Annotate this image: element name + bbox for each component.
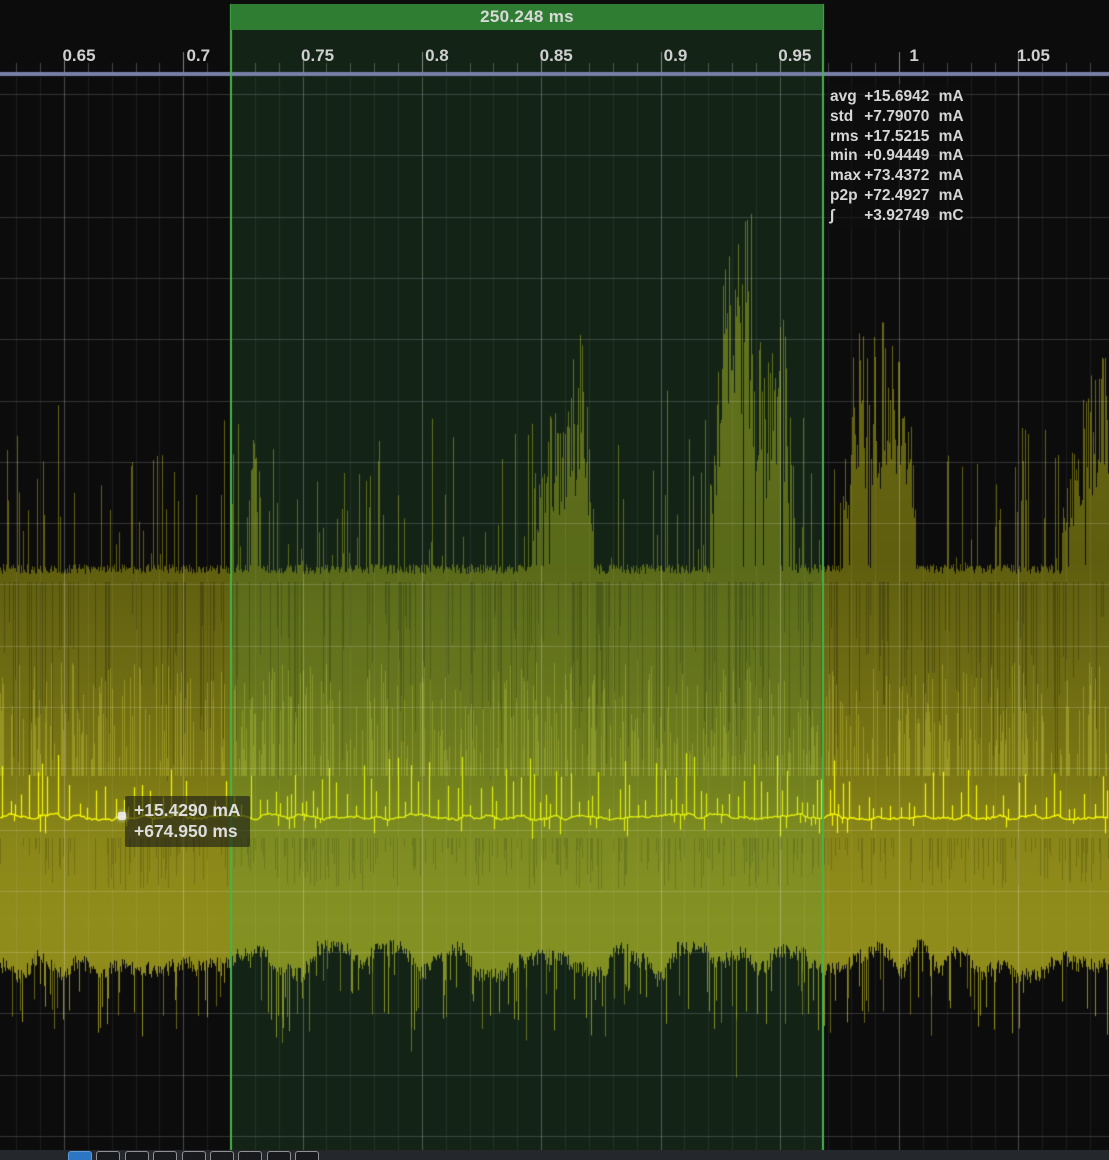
x-axis-tick-label: 1: [909, 46, 919, 65]
cursor-current-value: +15.4290 mA: [134, 800, 241, 820]
stat-row: std +7.79070 mA: [830, 107, 966, 127]
stat-row: p2p +72.4927 mA: [830, 186, 966, 206]
bottom-slot-2[interactable]: [124, 1151, 149, 1160]
stat-value: +7.79070: [864, 107, 930, 125]
x-axis-tick-label: 0.7: [186, 46, 211, 65]
stat-unit: mA: [938, 127, 964, 145]
cursor-time-value: +674.950 ms: [134, 821, 238, 841]
stat-label: avg: [830, 88, 857, 105]
selection-duration-bar[interactable]: 250.248 ms: [231, 4, 823, 30]
stat-unit: mC: [938, 206, 964, 224]
stat-label: min: [830, 147, 858, 165]
stat-row: min +0.94449 mA: [830, 146, 966, 166]
x-axis-tick-label: 0.95: [778, 46, 812, 65]
bottom-slot-6[interactable]: [238, 1151, 263, 1160]
cursor-tooltip: +15.4290 mA +674.950 ms: [125, 796, 250, 847]
stat-label: max: [830, 167, 862, 185]
stat-unit: mA: [938, 147, 964, 165]
stat-row: avg +15.6942 mA: [830, 87, 966, 107]
stat-label: std: [830, 107, 854, 125]
stat-row: rms +17.5215 mA: [830, 127, 966, 147]
bottom-slot-1[interactable]: [96, 1151, 121, 1160]
bottom-slot-7[interactable]: [266, 1151, 291, 1160]
bottom-slot-0[interactable]: [68, 1151, 92, 1160]
selection-stats-panel: avg +15.6942 mA std +7.79070 mA rms +17.5215 mA m…: [825, 84, 966, 230]
x-axis-tick-label: 0.9: [663, 46, 688, 65]
stat-value: +15.6942: [864, 88, 930, 105]
x-axis-tick-label: 0.8: [425, 46, 449, 65]
x-axis-tick-label: 0.75: [301, 46, 335, 65]
stat-unit: mA: [938, 107, 964, 125]
x-axis-tick-label: 0.65: [62, 46, 96, 65]
bottom-slot-8[interactable]: [295, 1151, 320, 1160]
bottom-slot-5[interactable]: [210, 1151, 234, 1160]
stat-row: max +73.4372 mA: [830, 166, 966, 186]
stat-unit: mA: [938, 186, 964, 204]
stat-value: +17.5215: [864, 127, 930, 145]
stat-value: +72.4927: [864, 186, 930, 204]
bottom-slot-4[interactable]: [181, 1151, 206, 1160]
x-axis-tick-label: 0.85: [539, 46, 573, 65]
stat-value: +3.92749: [864, 206, 930, 224]
selection-duration-label: 250.248 ms: [480, 7, 574, 26]
x-axis-tick-label: 1.05: [1016, 46, 1050, 65]
stat-value: +0.94449: [864, 147, 930, 165]
stat-value: +73.4372: [864, 167, 930, 185]
cursor-marker-dot: [118, 812, 126, 820]
waveform-view: 250.248 ms 0.65 0.7 0.75 0.8 0.85 0.9 0.95 1 1.0…: [0, 0, 1109, 1160]
stat-unit: mA: [938, 167, 964, 185]
bottom-toolbar: [0, 1150, 1109, 1160]
stat-label: p2p: [830, 186, 858, 204]
stat-unit: mA: [938, 88, 964, 105]
stat-row: ∫ +3.92749 mC: [830, 206, 966, 226]
stat-label: ∫: [830, 206, 835, 224]
stat-label: rms: [830, 127, 859, 145]
bottom-slot-3[interactable]: [153, 1151, 178, 1160]
